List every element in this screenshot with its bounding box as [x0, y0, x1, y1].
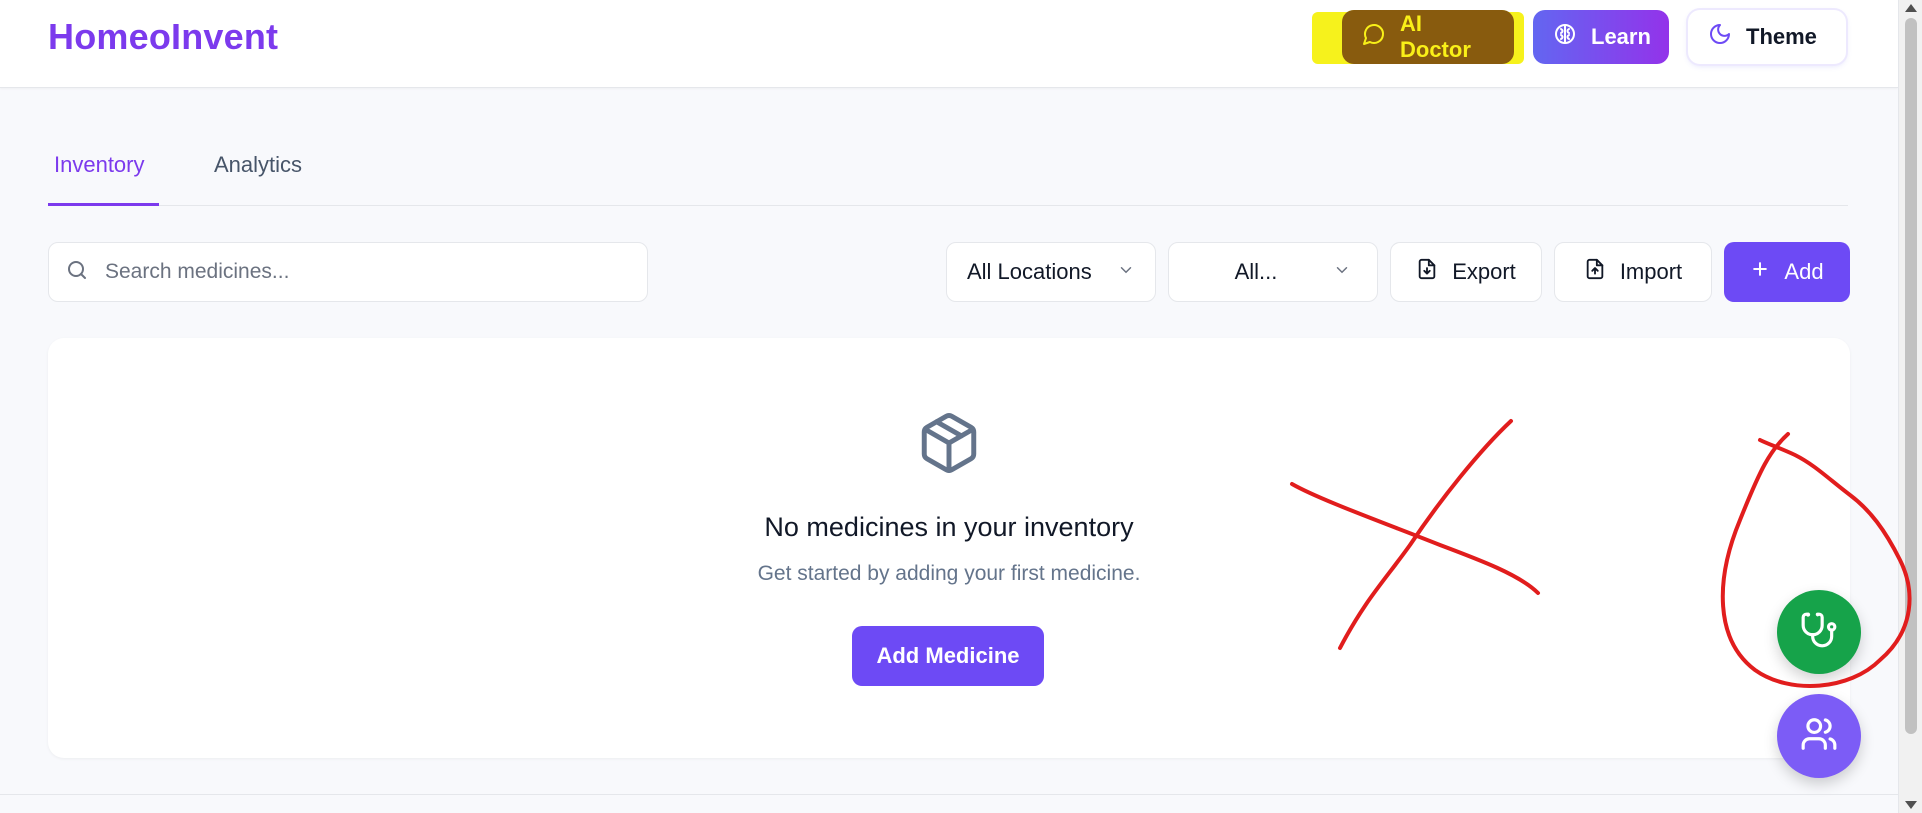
category-select-value: All...	[1234, 259, 1278, 284]
add-medicine-button[interactable]: Add Medicine	[852, 626, 1044, 686]
export-button[interactable]: Export	[1390, 242, 1542, 302]
chevron-down-icon	[1333, 259, 1351, 285]
plus-icon	[1750, 259, 1784, 285]
package-icon	[916, 410, 982, 481]
scroll-thumb[interactable]	[1905, 18, 1917, 734]
moon-icon	[1708, 22, 1746, 52]
ai-doctor-label: AI Doctor	[1400, 11, 1471, 62]
import-button[interactable]: Import	[1554, 242, 1712, 302]
empty-state-title: No medicines in your inventory	[764, 512, 1134, 542]
add-label: Add	[1784, 259, 1824, 284]
community-fab[interactable]	[1777, 694, 1861, 778]
inventory-empty-card	[48, 338, 1850, 758]
ai-doctor-button[interactable]: AI Doctor	[1342, 10, 1514, 64]
theme-label: Theme	[1746, 24, 1817, 49]
search-input[interactable]	[105, 260, 625, 284]
vertical-scrollbar[interactable]	[1898, 0, 1922, 813]
export-label: Export	[1452, 259, 1516, 284]
chevron-down-icon	[1117, 259, 1135, 285]
stethoscope-icon	[1800, 611, 1838, 654]
learn-label: Learn	[1591, 24, 1651, 49]
category-select[interactable]: All...	[1168, 242, 1378, 302]
scroll-up-arrow-icon[interactable]	[1905, 4, 1917, 12]
location-select-value: All Locations	[967, 259, 1092, 284]
top-header: HomeoInvent AI Doctor Learn Theme	[0, 0, 1898, 88]
theme-toggle-button[interactable]: Theme	[1688, 10, 1846, 64]
users-icon	[1800, 715, 1838, 758]
chat-bubble-icon	[1362, 22, 1400, 52]
search-icon	[65, 258, 89, 287]
page-bottom-divider	[0, 794, 1898, 795]
tab-bar: Inventory Analytics	[48, 140, 1848, 206]
brand-logo[interactable]: HomeoInvent	[48, 16, 278, 58]
learn-button[interactable]: Learn	[1533, 10, 1669, 64]
tab-inventory[interactable]: Inventory	[48, 152, 159, 206]
import-label: Import	[1619, 259, 1683, 284]
search-box[interactable]	[48, 242, 648, 302]
file-upload-icon	[1584, 258, 1620, 286]
scroll-down-arrow-icon[interactable]	[1905, 801, 1917, 809]
empty-state-subtitle: Get started by adding your first medicin…	[757, 562, 1141, 585]
add-button[interactable]: Add	[1724, 242, 1850, 302]
tab-analytics[interactable]: Analytics	[208, 152, 308, 206]
doctor-fab[interactable]	[1777, 590, 1861, 674]
location-select[interactable]: All Locations	[946, 242, 1156, 302]
brain-icon	[1553, 22, 1591, 52]
file-download-icon	[1416, 258, 1452, 286]
